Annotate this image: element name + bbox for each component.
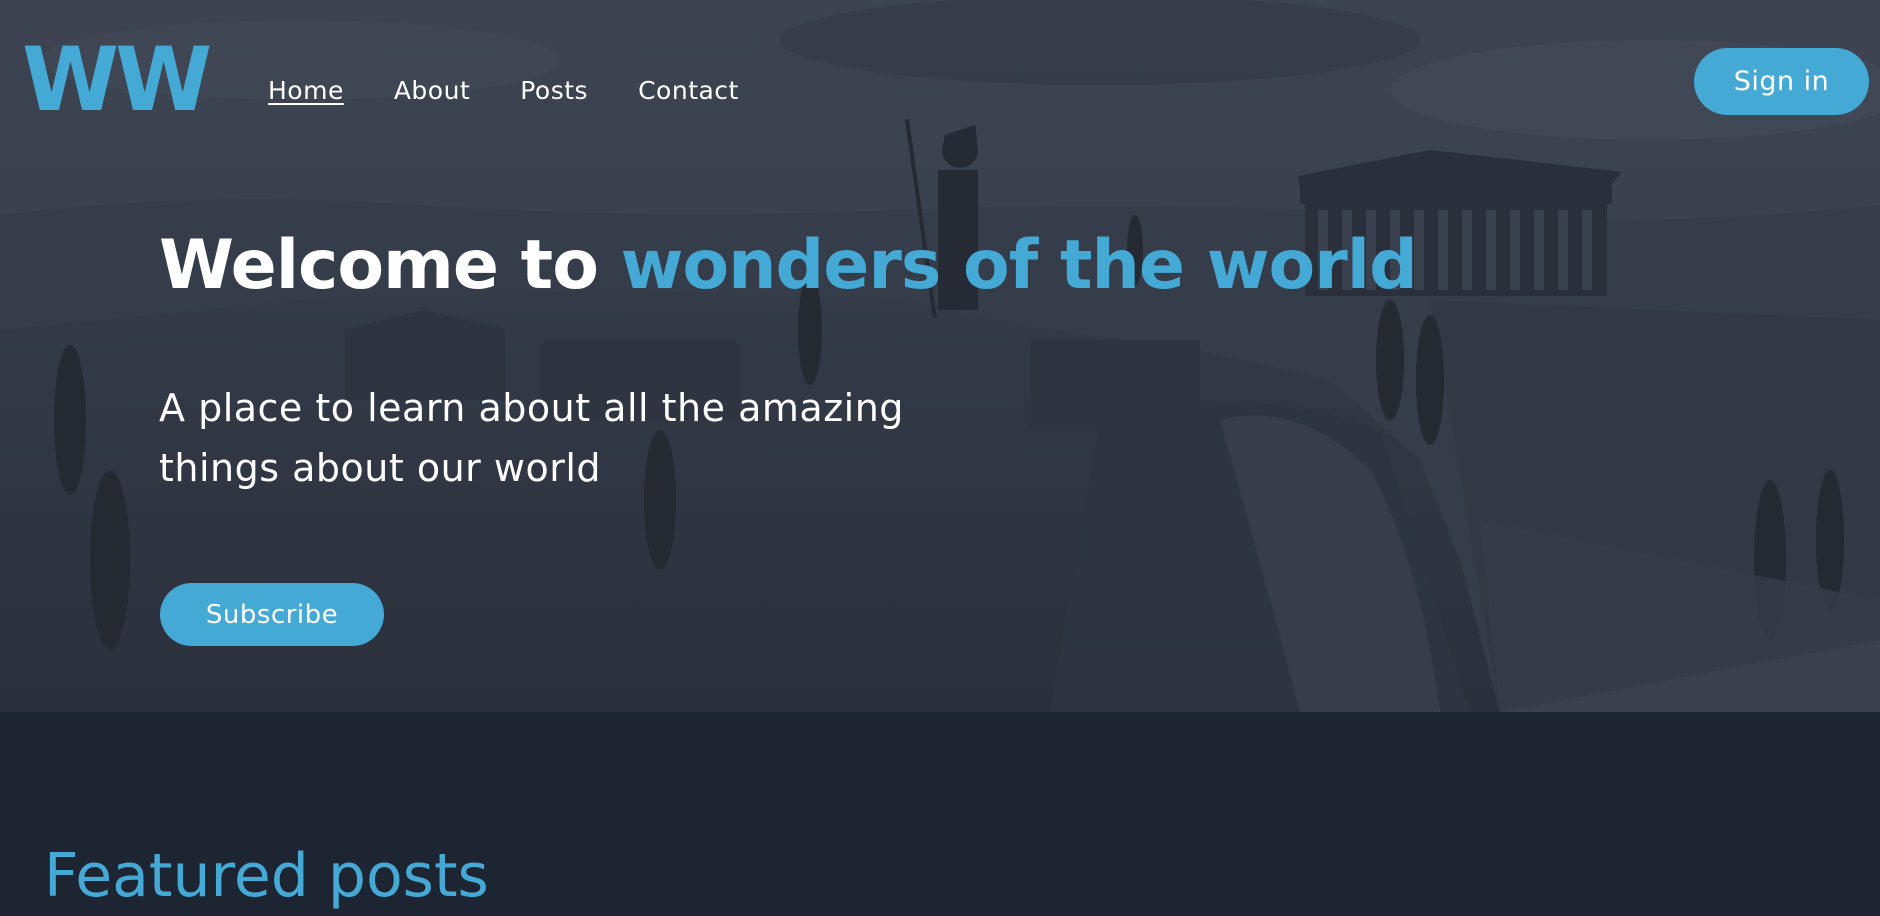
site-logo[interactable]: WW bbox=[22, 36, 212, 124]
hero-section: WW Home About Posts Contact Sign in Welc… bbox=[0, 0, 1880, 712]
hero-subtitle: A place to learn about all the amazing t… bbox=[159, 386, 904, 490]
nav-link-posts[interactable]: Posts bbox=[520, 74, 588, 108]
headline-prefix: Welcome to bbox=[159, 226, 599, 305]
headline-accent: wonders of the world bbox=[620, 226, 1418, 305]
nav-link-contact[interactable]: Contact bbox=[638, 74, 739, 108]
subscribe-button[interactable]: Subscribe bbox=[160, 583, 384, 646]
hero-headline: Welcome to wonders of the world bbox=[159, 222, 1418, 310]
nav-link-about[interactable]: About bbox=[394, 74, 470, 108]
featured-posts-title: Featured posts bbox=[44, 841, 489, 911]
nav-link-home[interactable]: Home bbox=[268, 74, 344, 108]
main-nav: Home About Posts Contact bbox=[268, 74, 739, 108]
sign-in-button[interactable]: Sign in bbox=[1694, 48, 1869, 115]
